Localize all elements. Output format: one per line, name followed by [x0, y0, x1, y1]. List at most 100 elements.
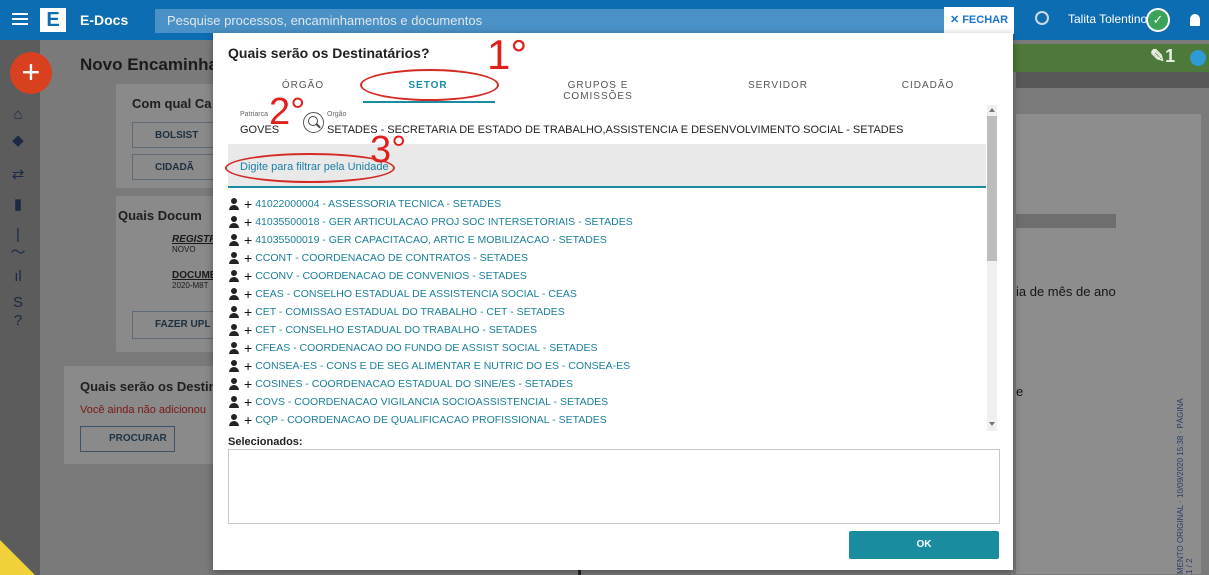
person-icon [228, 198, 240, 210]
person-icon [228, 414, 240, 426]
tab-cidadao[interactable]: CIDADÃO [893, 80, 963, 91]
tab-servidor[interactable]: SERVIDOR [733, 80, 823, 91]
doc-vertical-stamp: MENTO ORIGINAL · 10/09/2020 15:38 · PÁGI… [1176, 398, 1194, 574]
list-item[interactable]: + CFEAS - COORDENACAO DO FUNDO DE ASSIST … [228, 340, 597, 358]
shield-check-icon: ✓ [1146, 8, 1170, 32]
person-icon [228, 234, 240, 246]
add-icon[interactable]: + [244, 196, 252, 212]
bar-chart-icon[interactable]: ıl [10, 269, 26, 284]
close-button[interactable]: ✕ FECHAR [944, 7, 1014, 34]
transfer-icon[interactable]: ⇄ [10, 167, 26, 182]
menu-icon[interactable] [12, 13, 28, 25]
add-icon[interactable]: + [244, 232, 252, 248]
section-title-type: Com qual Ca [132, 96, 212, 111]
list-item[interactable]: + COSINES - COORDENACAO ESTADUAL DO SINE/… [228, 376, 573, 394]
status-bar [1010, 44, 1209, 72]
unit-list[interactable]: +41022000004 - ASSESSORIA TECNICA - SETA… [228, 196, 985, 429]
edocs-logo: E [40, 8, 66, 32]
doc-item-2[interactable]: DOCUME 2020-M8T [138, 270, 216, 290]
add-icon[interactable]: + [244, 394, 252, 410]
list-item[interactable]: +41022000004 - ASSESSORIA TECNICA - SETA… [228, 196, 501, 214]
help-icon[interactable]: ? [10, 313, 26, 328]
bolsista-button[interactable]: BOLSIST [132, 122, 216, 148]
scroll-thumb[interactable] [987, 116, 997, 261]
person-icon [228, 360, 240, 372]
add-icon[interactable]: + [244, 340, 252, 356]
cidadao-button[interactable]: CIDADÃ [132, 154, 216, 180]
list-item[interactable]: + CCONT - COORDENACAO DE CONTRATOS - SETA… [228, 250, 528, 268]
person-icon [228, 270, 240, 282]
add-icon[interactable]: + [244, 376, 252, 392]
new-button[interactable]: + [10, 52, 52, 94]
recipients-dialog: Quais serão os Destinatários? ÓRGÃO SETO… [213, 31, 1013, 570]
section-title-docs: Quais Docum [118, 208, 202, 223]
document-icon[interactable]: ▮ [10, 197, 26, 212]
training-corner-badge [0, 540, 36, 575]
add-icon[interactable]: + [244, 358, 252, 374]
scroll-up-icon[interactable] [989, 108, 995, 112]
orgao-search-icon[interactable] [303, 112, 324, 133]
separator-icon: | [16, 226, 20, 243]
user-name[interactable]: Talita Tolentino [1068, 12, 1147, 26]
list-item[interactable]: + CQP - COORDENACAO DE QUALIFICACAO PROFI… [228, 412, 607, 429]
doc-item-1-name: REGISTR [172, 234, 217, 245]
person-icon [228, 252, 240, 264]
recipients-title: Quais serão os Destin [80, 379, 217, 394]
global-search-input[interactable]: Pesquise processos, encaminhamentos e do… [155, 9, 955, 33]
trend-icon[interactable]: 〜 [10, 245, 26, 260]
doc-text-e: e [1016, 384, 1024, 399]
document-page: ia de mês de ano e MENTO ORIGINAL · 10/0… [1016, 114, 1201, 574]
recipients-empty-text: Você ainda não adicionou [80, 404, 206, 416]
add-icon[interactable]: + [244, 286, 252, 302]
scroll-down-icon[interactable] [989, 422, 995, 426]
tab-grupos[interactable]: GRUPOS E COMISSÕES [533, 80, 663, 102]
add-icon[interactable]: + [244, 412, 252, 428]
list-item[interactable]: + COVS - COORDENACAO VIGILANCIA SOCIOASSI… [228, 394, 608, 412]
person-icon [228, 306, 240, 318]
list-item[interactable]: + CONSEA-ES - CONS E DE SEG ALIMENTAR E N… [228, 358, 630, 376]
ok-button[interactable]: OK [849, 531, 999, 559]
patriarca-label: Patriarca [240, 111, 269, 118]
page-title: Novo Encaminhan [80, 55, 229, 74]
app-name: E-Docs [80, 12, 129, 28]
counter-badge: ✎1 [1150, 46, 1175, 67]
annotation-ellipse-setor [360, 69, 499, 101]
doc-item-2-name: DOCUME [172, 270, 217, 281]
person-icon [228, 378, 240, 390]
list-item[interactable]: + CET - COMISSAO ESTADUAL DO TRABALHO - C… [228, 304, 565, 322]
doc-item-1-sub: NOVO [172, 245, 196, 254]
list-item[interactable]: + CCONV - COORDENACAO DE CONVENIOS - SETA… [228, 268, 527, 286]
pencil-icon[interactable]: ✎ [1150, 46, 1165, 66]
tab-orgao[interactable]: ÓRGÃO [273, 80, 333, 91]
selected-box [228, 449, 1000, 524]
counter-value: 1 [1165, 46, 1176, 66]
inbox-icon[interactable]: ◆ [10, 133, 26, 148]
info-icon[interactable] [1190, 50, 1206, 66]
active-tab-indicator [363, 101, 495, 103]
list-item[interactable]: + CEAS - CONSELHO ESTADUAL DE ASSISTENCIA… [228, 286, 577, 304]
search-recipients-button[interactable]: PROCURAR [80, 426, 175, 452]
home-icon[interactable]: ⌂ [10, 107, 26, 122]
add-icon[interactable]: + [244, 268, 252, 284]
add-icon[interactable]: + [244, 322, 252, 338]
list-item[interactable]: +41035500019 - GER CAPACITACAO, ARTIC E … [228, 232, 607, 250]
search-icon[interactable] [1035, 11, 1049, 25]
orgao-field[interactable]: SETADES - SECRETARIA DE ESTADO DE TRABAL… [327, 124, 903, 136]
add-icon[interactable]: + [244, 250, 252, 266]
selected-label: Selecionados: [228, 436, 303, 448]
dialog-title: Quais serão os Destinatários? [228, 45, 430, 61]
s-icon[interactable]: S [10, 295, 26, 310]
doc-header [1016, 72, 1209, 88]
annotation-step-1: 1° [487, 31, 528, 78]
document-preview: ia de mês de ano e MENTO ORIGINAL · 10/0… [1016, 88, 1209, 575]
add-icon[interactable]: + [244, 304, 252, 320]
left-rail: ⌂ ◆ ⇄ ▮ | 〜 ıl S ? [0, 40, 40, 575]
doc-item-1[interactable]: REGISTR NOVO [138, 234, 216, 254]
list-item[interactable]: +41035500018 - GER ARTICULACAO PROJ SOC … [228, 214, 633, 232]
list-item[interactable]: + CET - CONSELHO ESTADUAL DO TRABALHO - S… [228, 322, 537, 340]
bell-icon[interactable] [1190, 14, 1200, 26]
add-icon[interactable]: + [244, 214, 252, 230]
annotation-step-2: 2° [269, 91, 306, 133]
person-icon [228, 288, 240, 300]
upload-button[interactable]: FAZER UPL [132, 311, 216, 339]
